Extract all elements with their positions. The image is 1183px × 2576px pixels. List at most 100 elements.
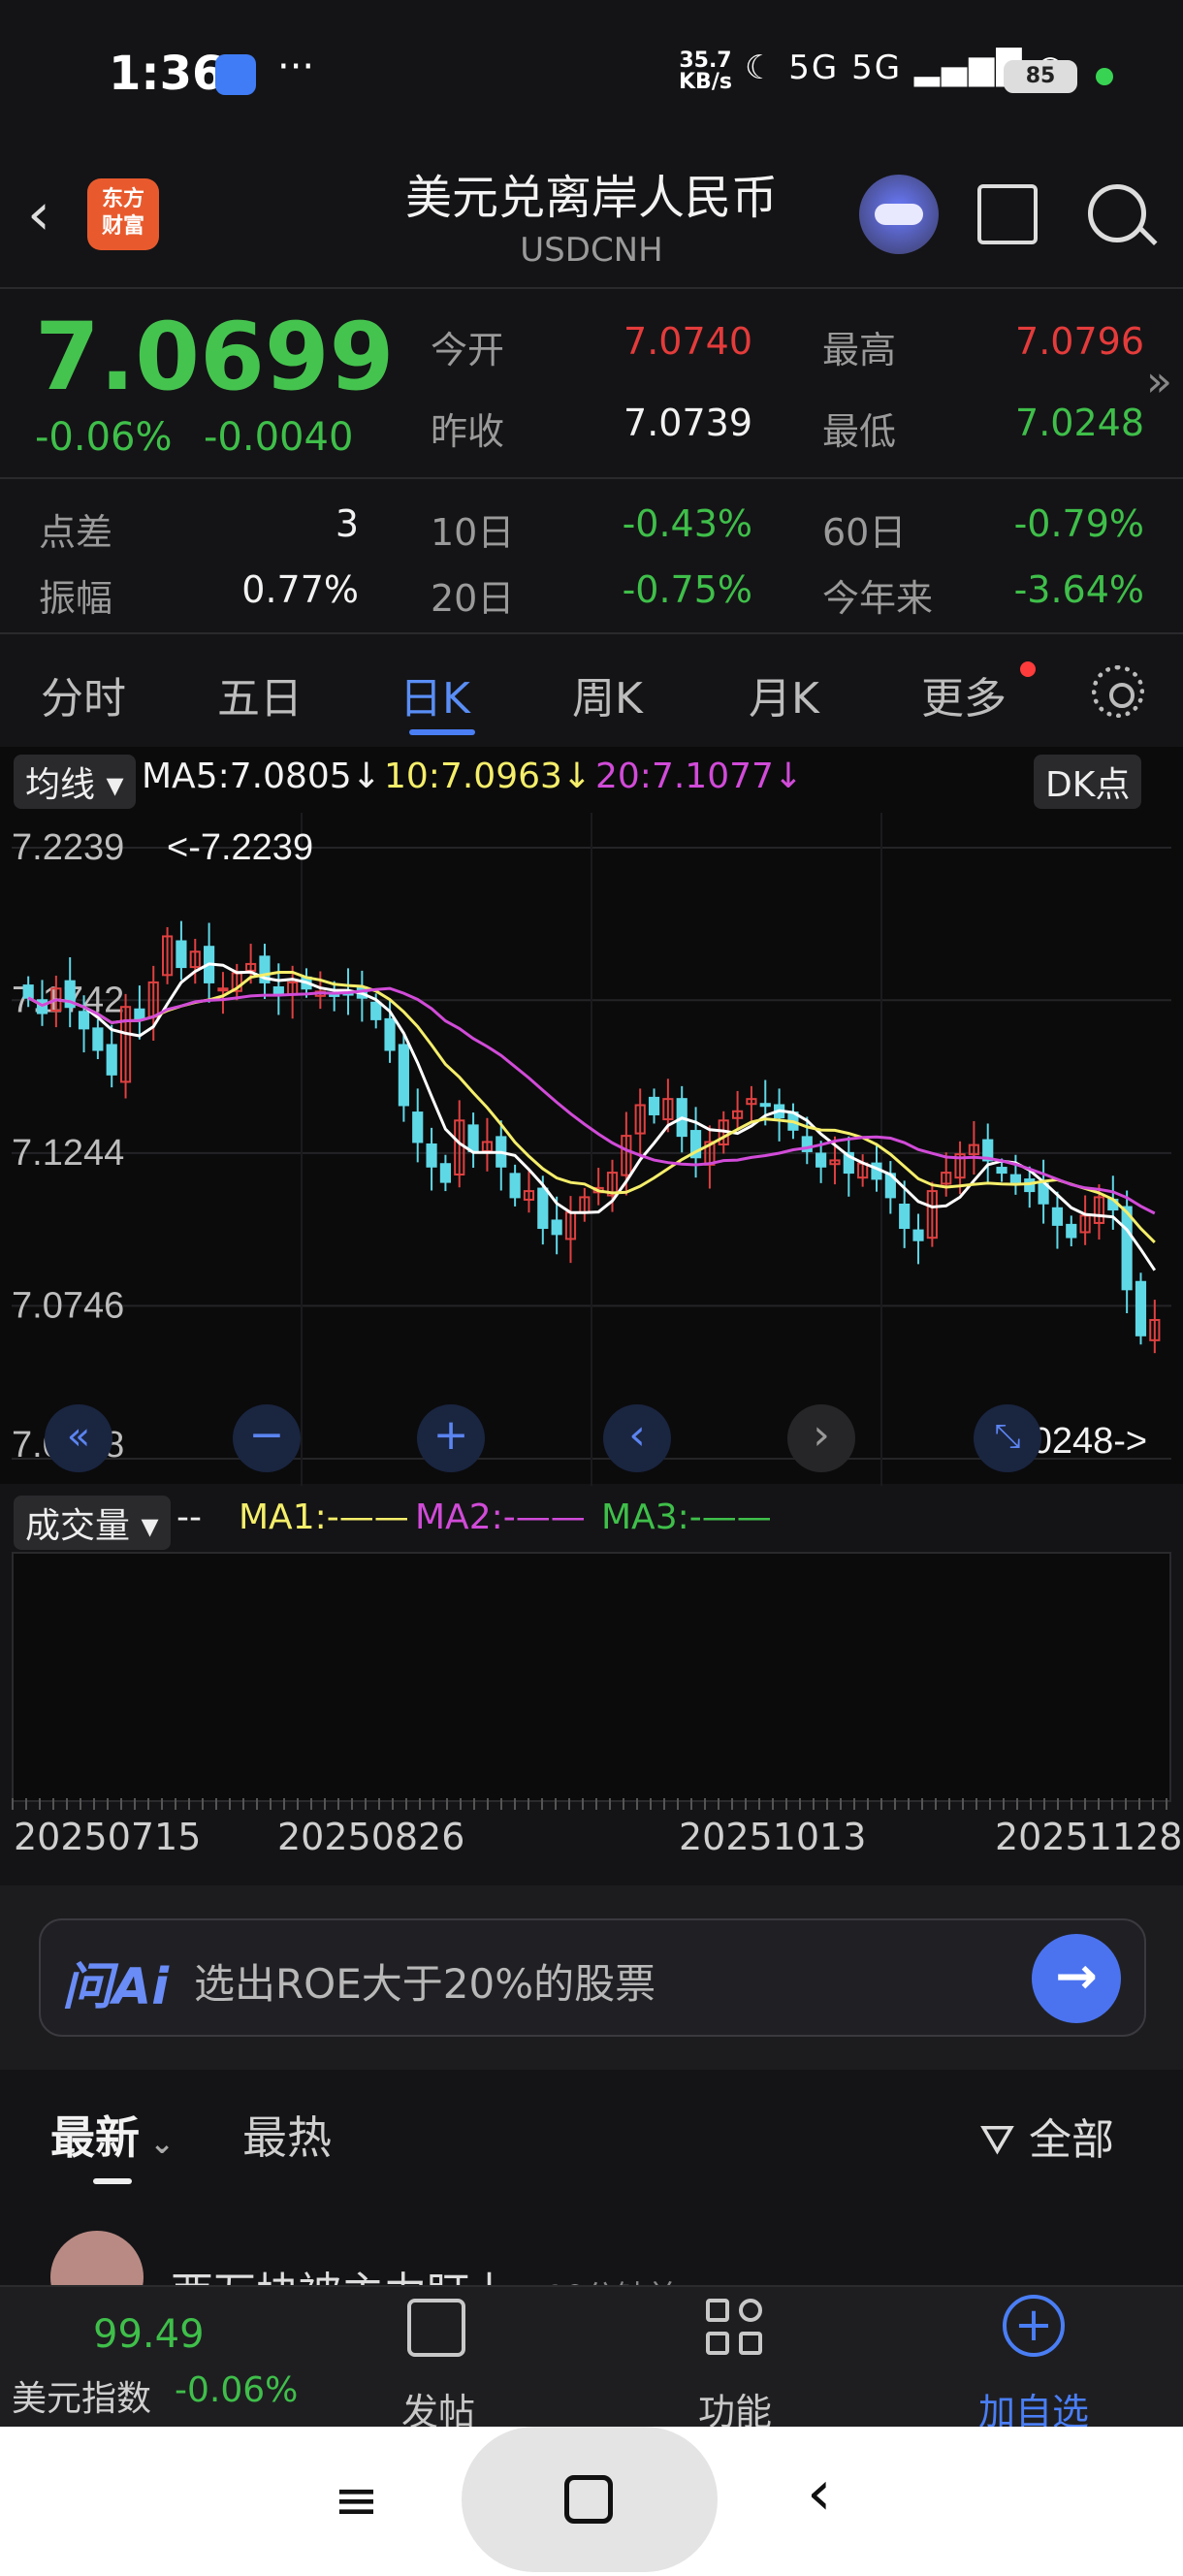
volume-chart [12, 1552, 1171, 1802]
candle-body [412, 1111, 424, 1143]
dollar-index-value[interactable]: 99.49 [93, 2312, 205, 2357]
vol-ma2: MA2:-—— [415, 1497, 586, 1537]
candle-body [1009, 1174, 1022, 1183]
arrow-right-icon[interactable]: → [1032, 1934, 1121, 2023]
network-speed: 35.7 KB/s [679, 48, 732, 94]
low-value: 7.0248 [1015, 402, 1144, 444]
candle-body [78, 1011, 90, 1030]
vol-ma3: MA3:-—— [601, 1497, 772, 1537]
dollar-index-change: -0.06% [175, 2370, 299, 2410]
notification-dot [1020, 661, 1036, 677]
candle-body [370, 1001, 382, 1020]
feed-tab-indicator [93, 2178, 132, 2184]
candle-body [439, 1163, 452, 1183]
feed-tab-latest[interactable]: 最新 ⌄ [50, 2103, 175, 2167]
candle-body [551, 1219, 562, 1236]
d20-value: -0.75% [622, 568, 752, 611]
symbol-code: USDCNH [520, 231, 663, 270]
dk-point-button[interactable]: DK点 [1034, 755, 1142, 809]
ma10-value: 10:7.0963↓ [384, 757, 592, 796]
ma5-value: MA5:7.0805↓ [142, 757, 381, 796]
candle-body [467, 1124, 479, 1152]
x-axis-ticks [12, 1798, 1171, 1810]
status-bar: 1:36 ··· 35.7 KB/s ☾ 5G 5G ▂▄▆█ ◠ 85 [0, 0, 1183, 145]
open-label: 今开 [431, 329, 505, 371]
candle-body [1066, 1223, 1077, 1239]
scroll-start-icon[interactable]: « [45, 1404, 112, 1472]
y-tick-label: 7.0746 [12, 1285, 124, 1326]
zoom-out-icon[interactable]: − [233, 1404, 301, 1472]
candle-body [537, 1187, 549, 1230]
ai-placeholder: 选出ROE大于20%的股票 [194, 1960, 656, 2008]
add-icon[interactable]: + [1003, 2295, 1065, 2357]
home-icon[interactable] [564, 2475, 613, 2524]
zoom-in-icon[interactable]: + [417, 1404, 485, 1472]
amplitude-label: 振幅 [39, 577, 113, 620]
edit-icon[interactable] [407, 2299, 465, 2357]
d10-label: 10日 [431, 511, 515, 554]
divider [0, 477, 1183, 479]
candle-body [509, 1173, 521, 1199]
ma-selector[interactable]: 均线 ▾ [14, 755, 136, 809]
tab-more[interactable]: 更多 [921, 663, 1007, 725]
share-icon[interactable] [977, 184, 1038, 244]
filter-button[interactable]: ⛛ 全部 [979, 2105, 1114, 2167]
tab-daily-k[interactable]: 日K [400, 663, 470, 725]
high-label: 最高 [822, 329, 897, 371]
candle-body [996, 1167, 1007, 1175]
menu-icon[interactable]: ≡ [334, 2469, 379, 2532]
tab-weekly-k[interactable]: 周K [572, 663, 643, 725]
candle-body [1121, 1206, 1133, 1291]
candle-body [22, 984, 34, 999]
candle-body [426, 1143, 437, 1168]
d10-value: -0.43% [622, 502, 752, 545]
dollar-index-name[interactable]: 美元指数 [12, 2370, 151, 2421]
candle-body [272, 985, 284, 996]
ma20-value: 20:7.1077↓ [595, 757, 804, 796]
current-price: 7.0699 [35, 303, 395, 411]
y-tick-label: 7.2239 [12, 827, 124, 868]
low-label: 最低 [822, 410, 897, 453]
vol-ma1: MA1:-—— [239, 1497, 409, 1537]
robot-assistant-icon[interactable] [859, 175, 939, 254]
back-icon[interactable]: ‹ [27, 180, 50, 248]
spread-value: 3 [335, 502, 359, 545]
spread-label: 点差 [39, 511, 113, 554]
candle-body [648, 1096, 660, 1115]
divider [0, 632, 1183, 634]
tab-intraday[interactable]: 分时 [41, 663, 126, 725]
status-time: 1:36 [109, 47, 225, 101]
status-indicator-dot [1096, 68, 1113, 85]
grid-icon[interactable] [706, 2299, 764, 2357]
candle-body [912, 1229, 924, 1241]
prev-close-value: 7.0739 [623, 402, 752, 444]
app-logo: 东方 财富 [87, 178, 159, 250]
tab-monthly-k[interactable]: 月K [749, 663, 819, 725]
notification-app-icon [215, 54, 256, 95]
search-icon[interactable] [1088, 184, 1146, 242]
candle-body [384, 1017, 396, 1051]
tab-five-day[interactable]: 五日 [217, 663, 303, 725]
x-tick-label: 20251128 [995, 1816, 1183, 1858]
volume-selector[interactable]: 成交量 ▾ [14, 1496, 171, 1550]
d20-label: 20日 [431, 577, 515, 620]
d60-label: 60日 [822, 511, 907, 554]
high-value: 7.0796 [1015, 320, 1144, 363]
fullscreen-icon[interactable]: ⤡ [974, 1404, 1041, 1472]
candle-body [106, 1044, 117, 1076]
scroll-right-icon[interactable]: › [787, 1404, 855, 1472]
x-tick-label: 20250715 [14, 1816, 202, 1858]
candlestick-chart[interactable]: 7.22397.17427.12447.07467.0248<-7.22397.… [12, 813, 1171, 1486]
y-tick-label: 7.1244 [12, 1133, 124, 1174]
back-nav-icon[interactable]: ‹ [807, 2458, 832, 2529]
gear-icon[interactable] [1092, 665, 1144, 718]
divider [0, 287, 1183, 289]
scroll-left-icon[interactable]: ‹ [603, 1404, 671, 1472]
candle-body [899, 1204, 911, 1230]
prev-close-label: 昨收 [431, 410, 505, 453]
expand-chevron-icon[interactable]: » [1146, 357, 1172, 406]
d60-value: -0.79% [1013, 502, 1144, 545]
candle-body [92, 1027, 104, 1051]
feed-tab-hot[interactable]: 最热 [242, 2103, 332, 2167]
candle-body [134, 1008, 145, 1020]
